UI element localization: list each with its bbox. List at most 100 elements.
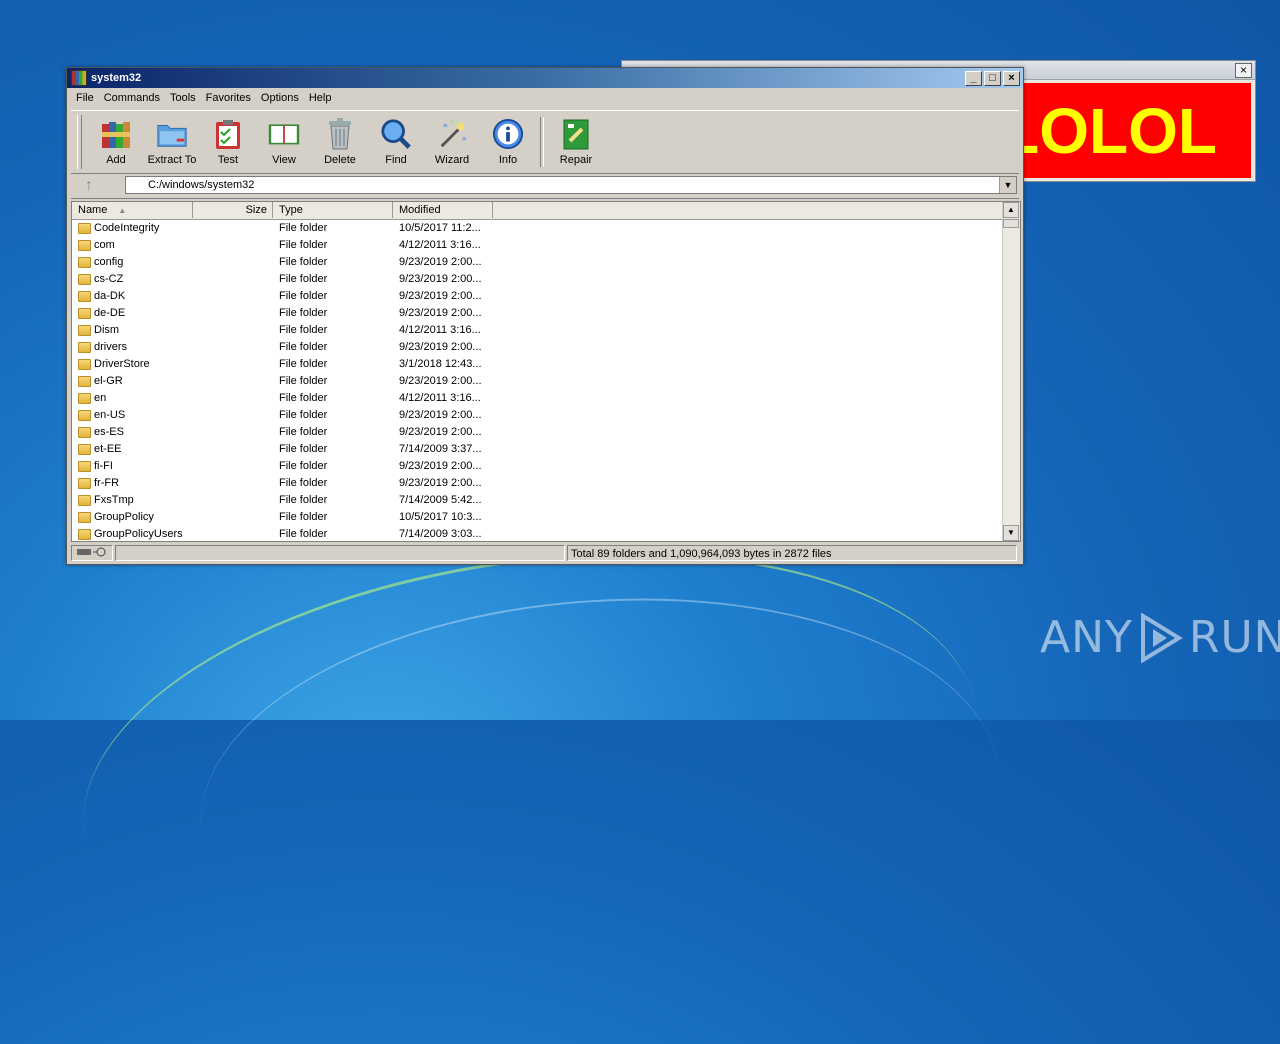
folder-icon: [78, 240, 91, 251]
archive-books-icon: [100, 117, 132, 151]
test-button[interactable]: Test: [200, 111, 256, 173]
column-header-size[interactable]: Size: [193, 202, 273, 218]
table-row[interactable]: com File folder 4/12/2011 3:16...: [72, 237, 1004, 254]
find-button[interactable]: Find: [368, 111, 424, 173]
file-modified: 9/23/2019 2:00...: [399, 460, 482, 472]
file-name: DriverStore: [94, 358, 150, 370]
menu-commands[interactable]: Commands: [99, 92, 165, 104]
scroll-up-arrow-icon[interactable]: ▲: [1003, 202, 1019, 218]
file-name: config: [94, 256, 124, 268]
first-aid-box-icon: [560, 117, 592, 151]
open-book-icon: [268, 117, 300, 151]
watermark-text-run: RUN: [1188, 612, 1280, 663]
table-row[interactable]: FxsTmp File folder 7/14/2009 5:42...: [72, 492, 1004, 509]
maximize-button[interactable]: □: [984, 71, 1001, 86]
file-name: FxsTmp: [94, 494, 134, 506]
scroll-thumb[interactable]: [1003, 219, 1019, 228]
file-name: cs-CZ: [94, 273, 124, 285]
column-name-label: Name: [78, 204, 108, 216]
file-name: com: [94, 239, 115, 251]
file-type: File folder: [279, 256, 328, 268]
window-title: system32: [91, 72, 142, 84]
file-type: File folder: [279, 375, 328, 387]
table-row[interactable]: fi-FI File folder 9/23/2019 2:00...: [72, 458, 1004, 475]
minimize-button[interactable]: _: [965, 71, 982, 86]
table-row[interactable]: es-ES File folder 9/23/2019 2:00...: [72, 424, 1004, 441]
address-combobox[interactable]: C:/windows/system32 ▼: [125, 176, 1017, 194]
wizard-button[interactable]: Wizard: [424, 111, 480, 173]
chevron-down-icon[interactable]: ▼: [999, 177, 1016, 193]
table-row[interactable]: config File folder 9/23/2019 2:00...: [72, 254, 1004, 271]
menu-options[interactable]: Options: [256, 92, 304, 104]
folder-icon: [78, 325, 91, 336]
vertical-scrollbar[interactable]: ▲ ▼: [1002, 202, 1020, 541]
file-name: et-EE: [94, 443, 122, 455]
file-modified: 4/12/2011 3:16...: [399, 239, 481, 251]
scroll-down-arrow-icon[interactable]: ▼: [1003, 525, 1019, 541]
file-name: Dism: [94, 324, 120, 336]
table-row[interactable]: drivers File folder 9/23/2019 2:00...: [72, 339, 1004, 356]
menu-favorites[interactable]: Favorites: [201, 92, 256, 104]
file-name: GroupPolicyUsers: [94, 528, 183, 540]
delete-label: Delete: [324, 154, 356, 166]
table-row[interactable]: da-DK File folder 9/23/2019 2:00...: [72, 288, 1004, 305]
table-row[interactable]: el-GR File folder 9/23/2019 2:00...: [72, 373, 1004, 390]
file-modified: 9/23/2019 2:00...: [399, 307, 482, 319]
table-row[interactable]: GroupPolicy File folder 10/5/2017 10:3...: [72, 509, 1004, 526]
file-modified: 9/23/2019 2:00...: [399, 256, 482, 268]
file-type: File folder: [279, 528, 328, 540]
folder-icon: [78, 478, 91, 489]
add-button[interactable]: Add: [88, 111, 144, 173]
folder-icon: [78, 223, 91, 234]
toolbar-separator: [540, 117, 544, 167]
file-modified: 10/5/2017 10:3...: [399, 511, 482, 523]
menu-file[interactable]: File: [71, 92, 99, 104]
table-row[interactable]: DriverStore File folder 3/1/2018 12:43...: [72, 356, 1004, 373]
drive-status-icon[interactable]: [71, 545, 113, 561]
winrar-window: system32 _ □ × File Commands Tools Favor…: [66, 67, 1024, 565]
table-row[interactable]: GroupPolicyUsers File folder 7/14/2009 3:0…: [72, 526, 1004, 541]
address-path[interactable]: C:/windows/system32: [148, 179, 254, 191]
file-modified: 10/5/2017 11:2...: [399, 222, 481, 234]
file-modified: 9/23/2019 2:00...: [399, 273, 482, 285]
column-header-modified[interactable]: Modified: [393, 202, 493, 218]
info-button[interactable]: Info: [480, 111, 536, 173]
info-label: Info: [498, 154, 518, 166]
file-name: en: [94, 392, 107, 404]
file-type: File folder: [279, 307, 328, 319]
file-list[interactable]: Name ▲ Size Type Modified CodeIntegrity F…: [71, 201, 1021, 542]
file-name: de-DE: [94, 307, 126, 319]
table-row[interactable]: et-EE File folder 7/14/2009 3:37...: [72, 441, 1004, 458]
file-name: en-US: [94, 409, 126, 421]
extract-to-button[interactable]: Extract To: [144, 111, 200, 173]
folder-icon: [78, 342, 91, 353]
file-modified: 7/14/2009 3:03...: [399, 528, 482, 540]
column-header-name[interactable]: Name ▲: [72, 202, 193, 218]
table-row[interactable]: de-DE File folder 9/23/2019 2:00...: [72, 305, 1004, 322]
close-button[interactable]: ×: [1003, 71, 1020, 86]
popup-close-button[interactable]: ×: [1235, 63, 1252, 78]
table-row[interactable]: en-US File folder 9/23/2019 2:00...: [72, 407, 1004, 424]
column-header-type[interactable]: Type: [273, 202, 393, 218]
folder-icon: [78, 257, 91, 268]
up-arrow-icon[interactable]: ↑: [71, 177, 107, 195]
view-button[interactable]: View: [256, 111, 312, 173]
file-name: CodeIntegrity: [94, 222, 160, 234]
repair-button[interactable]: Repair: [548, 111, 604, 173]
folder-icon: [78, 444, 91, 455]
table-row[interactable]: en File folder 4/12/2011 3:16...: [72, 390, 1004, 407]
menu-tools[interactable]: Tools: [165, 92, 201, 104]
toolbar-grip[interactable]: [77, 115, 82, 169]
file-type: File folder: [279, 426, 328, 438]
magic-wand-icon: [436, 117, 468, 151]
table-row[interactable]: CodeIntegrity File folder 10/5/2017 11:2..…: [72, 220, 1004, 237]
folder-icon: [78, 393, 91, 404]
wizard-label: Wizard: [434, 154, 470, 166]
table-row[interactable]: fr-FR File folder 9/23/2019 2:00...: [72, 475, 1004, 492]
delete-button[interactable]: Delete: [312, 111, 368, 173]
table-row[interactable]: cs-CZ File folder 9/23/2019 2:00...: [72, 271, 1004, 288]
table-row[interactable]: Dism File folder 4/12/2011 3:16...: [72, 322, 1004, 339]
window-titlebar[interactable]: system32: [67, 68, 1023, 88]
menu-help[interactable]: Help: [304, 92, 337, 104]
folder-icon: [78, 427, 91, 438]
